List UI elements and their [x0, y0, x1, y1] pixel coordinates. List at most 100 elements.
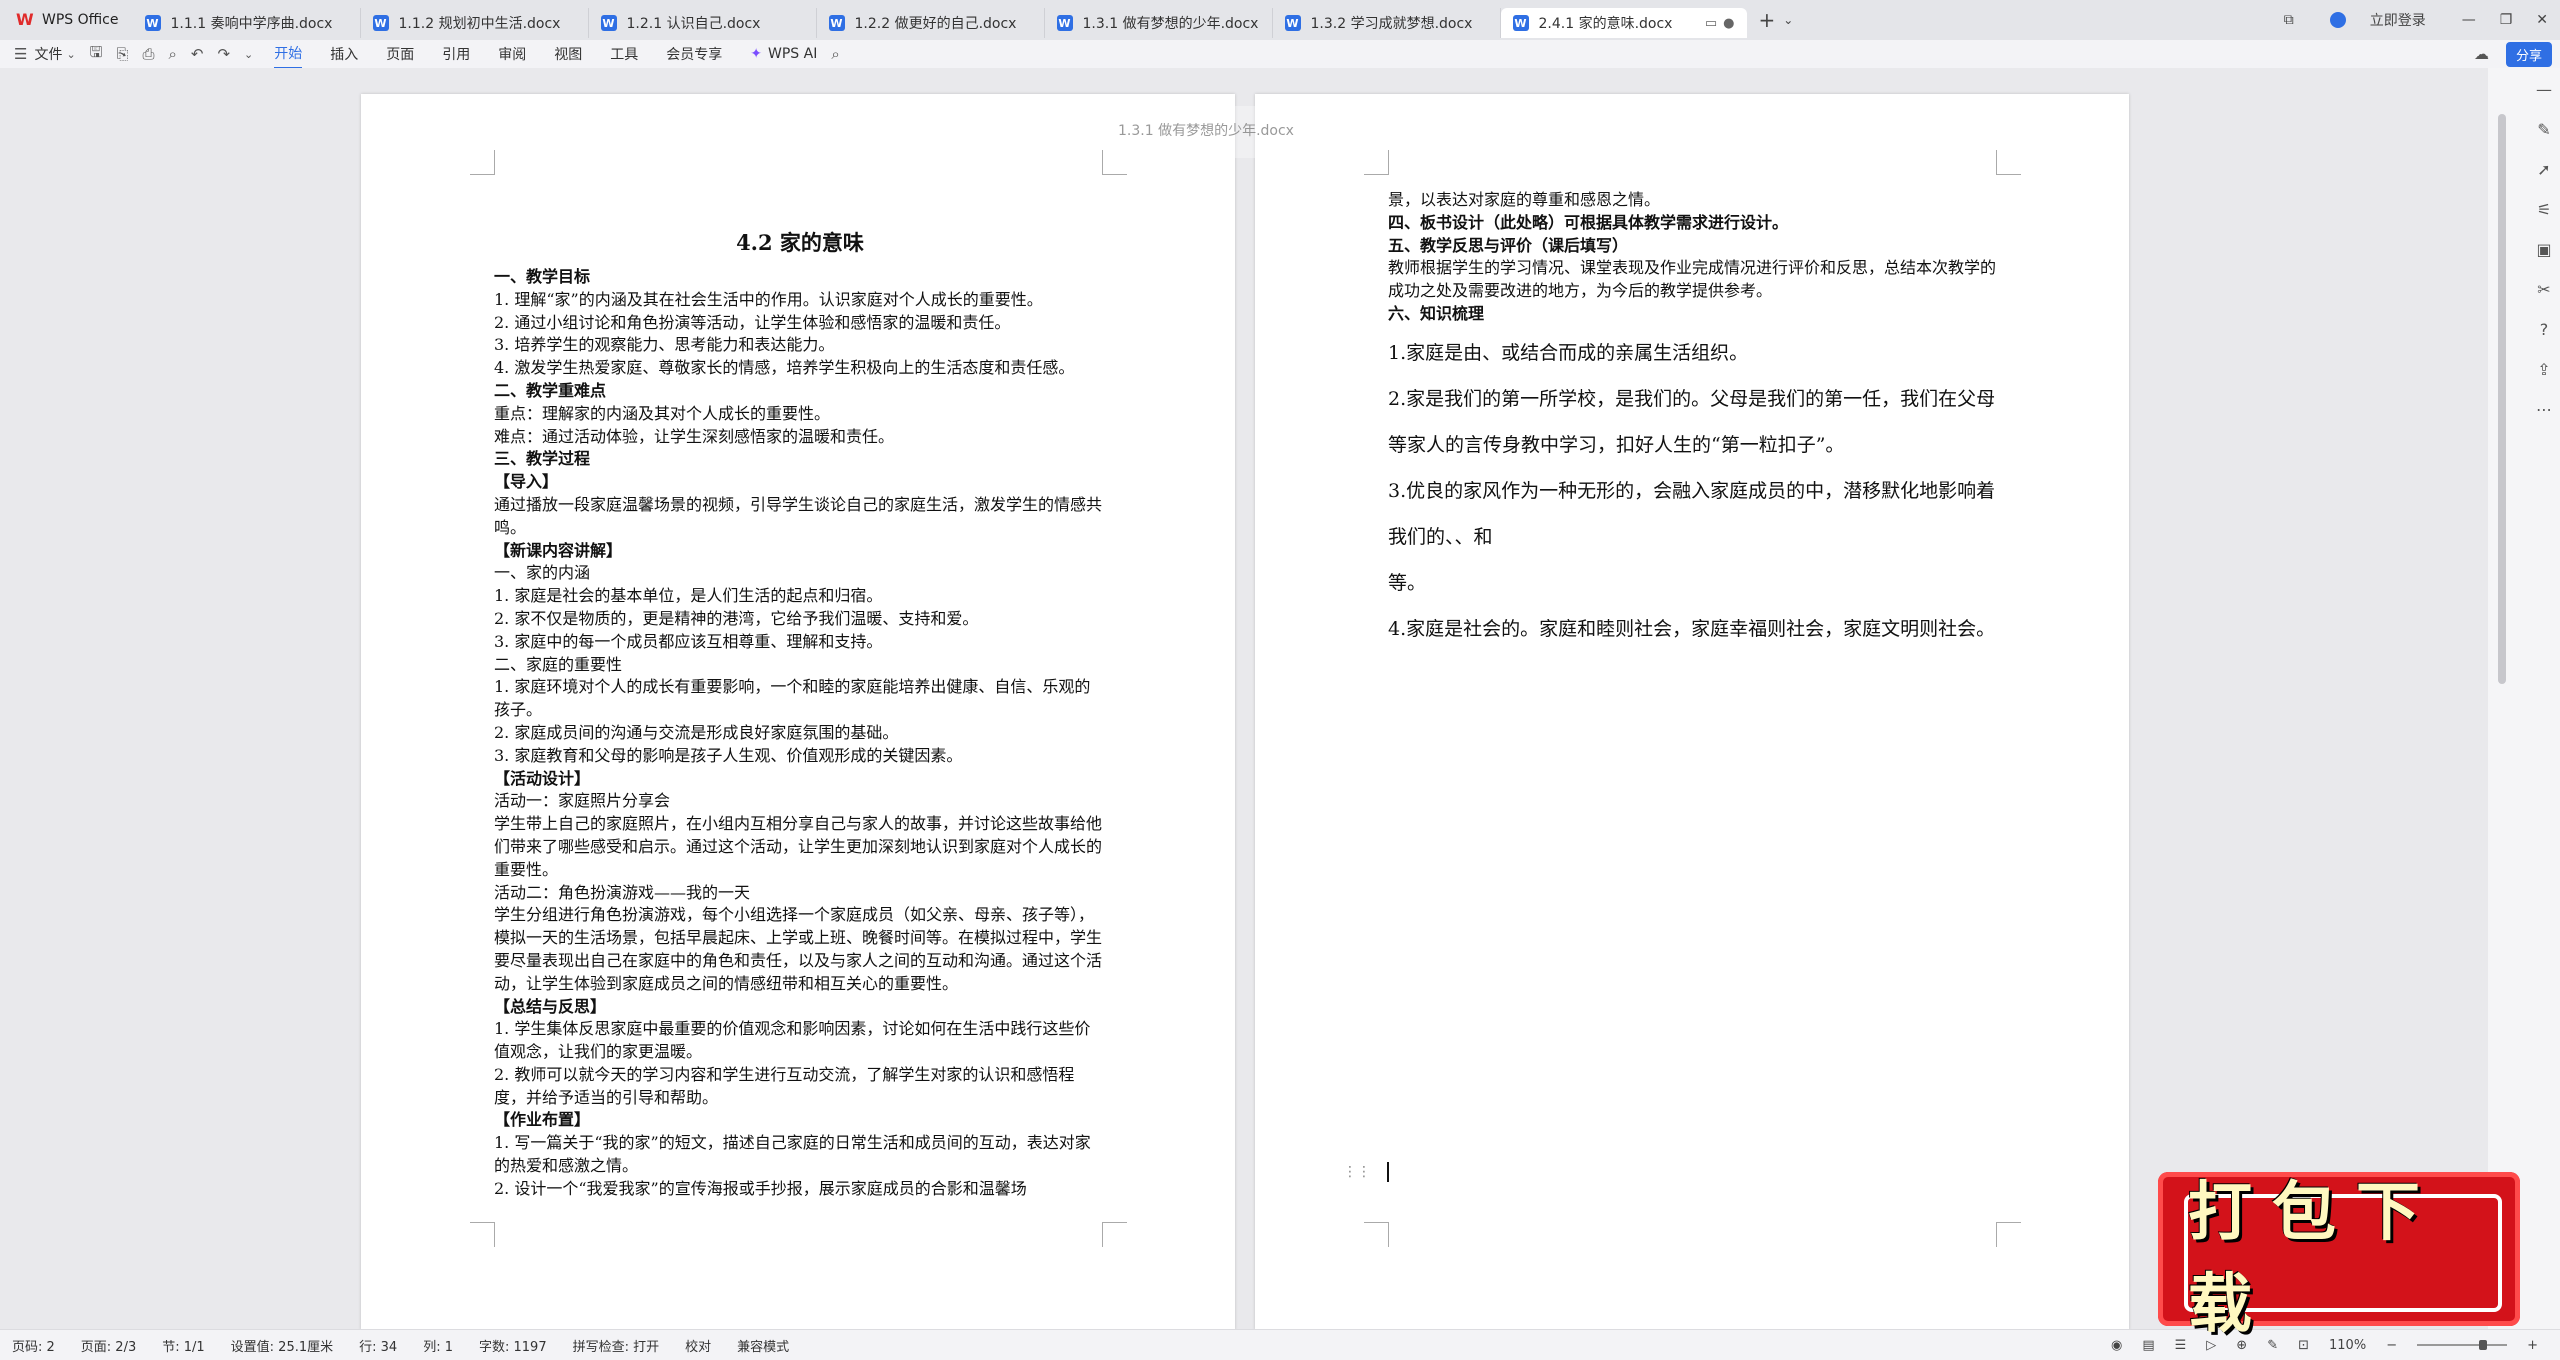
wps-ai-button[interactable]: ✦ WPS AI — [750, 46, 817, 62]
word-doc-icon: W — [1284, 15, 1301, 31]
cloud-sync-icon[interactable]: ☁ — [2474, 45, 2489, 63]
doc-paragraph: 3. 家庭教育和父母的影响是孩子人生观、价值观形成的关键因素。 — [494, 745, 963, 765]
share-panel-icon[interactable]: ⇪ — [2534, 360, 2554, 380]
outline-view-icon[interactable]: ☰ — [2175, 1338, 2187, 1353]
close-icon[interactable]: ✕ — [2536, 12, 2548, 28]
doc-title: 4.2 家的意味 — [736, 230, 864, 255]
print-preview-icon[interactable]: ⌕ — [168, 45, 176, 63]
user-avatar-icon — [2329, 12, 2346, 28]
status-section[interactable]: 节: 1/1 — [162, 1336, 204, 1355]
minimize-icon[interactable]: — — [2462, 12, 2476, 28]
page-1-body[interactable]: 4.2 家的意味 一、教学目标 1. 理解“家”的内涵及其在社会生活中的作用。认识… — [494, 228, 1106, 1201]
tab-preview-title: 1.3.1 做有梦想的少年.docx — [1118, 123, 1294, 139]
doc-paragraph: 通过播放一段家庭温馨场景的视频，引导学生谈论自己的家庭生活，激发学生的情感共鸣。 — [494, 494, 1103, 537]
format-adjust-icon[interactable]: ⚟ — [2534, 200, 2554, 220]
tab-member[interactable]: 会员专享 — [666, 40, 722, 68]
window-layout-icon[interactable]: ⧉ — [2284, 12, 2294, 28]
document-page-1[interactable]: 4.2 家的意味 一、教学目标 1. 理解“家”的内涵及其在社会生活中的作用。认识… — [361, 94, 1235, 1330]
status-col[interactable]: 列: 1 — [423, 1336, 453, 1355]
download-promo-stamp[interactable]: 打包下载 — [2158, 1172, 2520, 1342]
status-row[interactable]: 行: 34 — [359, 1336, 397, 1355]
undo-icon[interactable]: ↶ — [191, 45, 204, 63]
margin-mark — [1996, 1222, 2021, 1247]
doc-heading: 二、教学重难点 — [494, 380, 607, 400]
unsaved-dot-icon[interactable]: ● — [1723, 16, 1734, 31]
vertical-scrollbar[interactable] — [2498, 114, 2506, 684]
doc-tab[interactable]: W 1.3.1 做有梦想的少年.docx — [1045, 8, 1273, 38]
file-menu[interactable]: 文件 — [34, 44, 62, 64]
export-icon[interactable]: ⎘ — [116, 45, 128, 63]
select-cursor-icon[interactable]: ➚ — [2534, 160, 2554, 180]
title-tab-bar: WPS Office W 1.1.1 奏响中学序曲.docx W 1.1.2 规划初… — [0, 0, 2560, 40]
doc-tab[interactable]: W 1.2.1 认识自己.docx — [589, 8, 817, 38]
status-compat-mode[interactable]: 兼容模式 — [737, 1336, 789, 1355]
word-doc-icon: W — [1512, 15, 1529, 31]
more-chevron-icon[interactable]: ⌄ — [244, 48, 253, 61]
tab-insert[interactable]: 插入 — [330, 40, 358, 68]
knowledge-item: 等。 — [1388, 571, 1427, 594]
doc-paragraph: 3. 培养学生的观察能力、思考能力和表达能力。 — [494, 335, 835, 355]
margin-mark — [1996, 150, 2021, 175]
doc-heading: 六、知识梳理 — [1388, 303, 1485, 323]
status-page[interactable]: 页面: 2/3 — [81, 1336, 136, 1355]
doc-tab-label: 1.1.1 奏响中学序曲.docx — [170, 16, 333, 32]
tab-home[interactable]: 开始 — [274, 39, 303, 69]
redo-icon[interactable]: ↷ — [217, 45, 230, 63]
doc-paragraph: 活动一：家庭照片分享会 — [494, 791, 671, 811]
doc-tab[interactable]: W 1.2.2 做更好的自己.docx — [817, 8, 1045, 38]
doc-tab-label: 1.2.1 认识自己.docx — [626, 16, 761, 32]
page-view-icon[interactable]: ▤ — [2142, 1338, 2154, 1353]
doc-paragraph: 3. 家庭中的每一个成员都应该互相尊重、理解和支持。 — [494, 631, 883, 651]
tab-tools[interactable]: 工具 — [610, 40, 638, 68]
text-cursor — [1387, 1162, 1389, 1182]
drag-handle-icon[interactable]: ⋮⋮ — [1343, 1164, 1371, 1180]
status-word-count[interactable]: 字数: 1197 — [479, 1336, 547, 1355]
edit-pen-icon[interactable]: ✎ — [2534, 120, 2554, 140]
status-spell-check[interactable]: 拼写检查: 打开 — [573, 1336, 660, 1355]
chevron-down-icon[interactable]: ⌄ — [1783, 13, 1793, 27]
menu-icon[interactable]: ☰ — [14, 45, 27, 63]
tab-page[interactable]: 页面 — [386, 40, 414, 68]
right-sidebar: — ✎ ➚ ⚟ ▣ ✂ ? ⇪ ⋯ — [2488, 68, 2560, 1330]
help-icon[interactable]: ? — [2534, 320, 2554, 340]
more-icon[interactable]: ⋯ — [2534, 400, 2554, 420]
login-button[interactable]: 立即登录 — [2318, 10, 2438, 30]
promo-text: 打包下载 — [2184, 1175, 2502, 1342]
restore-icon[interactable]: ❐ — [2500, 12, 2513, 28]
image-icon[interactable]: ▣ — [2534, 240, 2554, 260]
doc-paragraph: 2. 通过小组讨论和角色扮演等活动，让学生体验和感悟家的温暖和责任。 — [494, 312, 1011, 332]
page-2-body[interactable]: 景，以表达对家庭的尊重和感恩之情。 四、板书设计（此处略）可根据具体教学需求进行设… — [1388, 189, 2000, 652]
doc-tab[interactable]: W 1.1.2 规划初中生活.docx — [361, 8, 589, 38]
doc-tab-active[interactable]: W 2.4.1 家的意味.docx ▭ ● — [1500, 8, 1747, 38]
margin-mark — [1102, 1222, 1127, 1247]
status-setting[interactable]: 设置值: 25.1厘米 — [231, 1336, 333, 1355]
save-icon[interactable]: 🖫 — [90, 42, 103, 67]
doc-paragraph: 活动二：角色扮演游戏——我的一天 — [494, 882, 751, 902]
tab-reference[interactable]: 引用 — [442, 40, 470, 68]
doc-heading: 【导入】 — [494, 472, 559, 492]
doc-heading: 【作业布置】 — [494, 1110, 591, 1130]
new-tab-icon[interactable]: + — [1759, 8, 1776, 32]
app-home-tab[interactable]: WPS Office — [0, 0, 133, 40]
status-page-code[interactable]: 页码: 2 — [12, 1336, 55, 1355]
document-page-2[interactable]: 景，以表达对家庭的尊重和感恩之情。 四、板书设计（此处略）可根据具体教学需求进行设… — [1255, 94, 2129, 1330]
doc-tab[interactable]: W 1.1.1 奏响中学序曲.docx — [133, 8, 361, 38]
status-proof[interactable]: 校对 — [685, 1336, 711, 1355]
share-button[interactable]: 分享 — [2505, 41, 2552, 67]
print-icon[interactable]: ⎙ — [142, 45, 154, 63]
word-doc-icon: W — [1056, 15, 1073, 31]
tab-review[interactable]: 审阅 — [498, 40, 526, 68]
wps-ai-label: WPS AI — [768, 46, 818, 62]
doc-paragraph: 难点：通过活动体验，让学生深刻感悟家的温暖和责任。 — [494, 426, 895, 446]
tools-icon[interactable]: ✂ — [2534, 280, 2554, 300]
chevron-down-icon[interactable]: ⌄ — [66, 48, 75, 61]
tab-view[interactable]: 视图 — [554, 40, 582, 68]
status-bar: 页码: 2 页面: 2/3 节: 1/1 设置值: 25.1厘米 行: 34 列… — [0, 1329, 2560, 1360]
eye-protect-icon[interactable]: ◉ — [2111, 1338, 2122, 1353]
doc-tab-label: 1.2.2 做更好的自己.docx — [854, 16, 1017, 32]
search-icon[interactable]: ⌕ — [831, 45, 839, 63]
zoom-in-icon[interactable]: + — [2527, 1338, 2538, 1353]
monitor-icon[interactable]: ▭ — [1705, 16, 1717, 31]
doc-tab[interactable]: W 1.3.2 学习成就梦想.docx — [1273, 8, 1501, 38]
collapse-icon[interactable]: — — [2534, 80, 2554, 100]
